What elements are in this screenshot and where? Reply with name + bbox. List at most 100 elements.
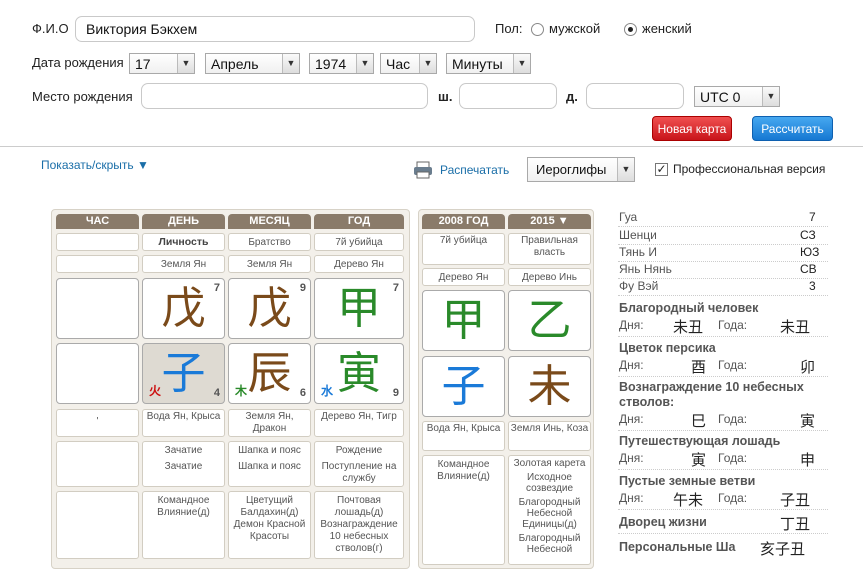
stars-day: Зачатие Зачатие <box>142 441 225 487</box>
chevron-down-icon: ▼ <box>617 158 634 181</box>
stem-number: 7 <box>213 282 220 294</box>
star-item: Шапка и пояс <box>238 461 301 472</box>
gender-female-label: женский <box>642 21 692 36</box>
reward-title: Вознаграждение 10 небесных стволов: <box>619 380 804 409</box>
year-value: 1974 <box>315 56 347 72</box>
stem-glyph: 甲 <box>441 295 486 346</box>
branch-day[interactable]: 子火 4 <box>142 343 225 404</box>
hidden-element: 火 <box>149 384 162 398</box>
horse-day: 寅 <box>691 452 707 469</box>
empty-branches-title: Пустые земные ветви <box>619 474 756 488</box>
divider <box>618 430 828 431</box>
yannian-value: СВ <box>800 262 817 276</box>
branch-month[interactable]: 辰木 6 <box>228 343 311 404</box>
life-palace-value: 丁丑 <box>780 516 811 533</box>
day-label: Дня: <box>619 318 644 332</box>
luck-branch-period[interactable]: 未 <box>508 356 591 417</box>
empty-year: 子丑 <box>780 492 811 509</box>
year-label: Года: <box>718 412 748 426</box>
luck-branch-year[interactable]: 子 <box>422 356 505 417</box>
new-chart-button[interactable]: Новая карта <box>652 116 732 141</box>
stem-glyph: 戊 <box>247 283 292 334</box>
gua-label: Гуа <box>619 210 638 224</box>
peach-day: 酉 <box>691 359 707 376</box>
print-link[interactable]: Распечатать <box>440 163 509 177</box>
luck-header-period[interactable]: 2015 ▼ <box>508 214 591 229</box>
star-item: Шапка и пояс <box>238 445 301 456</box>
luck-header-year: 2008 ГОД <box>422 214 505 229</box>
display-mode-value: Иероглифы <box>536 162 607 177</box>
chevron-down-icon: ▼ <box>419 54 436 73</box>
luck-stem-desc-period: Дерево Инь <box>508 268 591 286</box>
chevron-down-icon: ▼ <box>513 54 530 73</box>
hour-value: Час <box>386 56 411 72</box>
printer-icon[interactable] <box>413 161 433 179</box>
stem-month[interactable]: 戊9 <box>228 278 311 339</box>
fuwei-value: 3 <box>809 279 816 293</box>
place-input[interactable] <box>141 83 428 109</box>
peach-title: Цветок персика <box>619 341 716 355</box>
tianyi-value: ЮЗ <box>800 245 820 259</box>
month-select[interactable]: Апрель ▼ <box>205 53 300 74</box>
horse-year: 申 <box>800 452 816 469</box>
gender-male-radio[interactable] <box>531 23 544 36</box>
role-month: Братство <box>228 233 311 251</box>
longitude-input[interactable] <box>586 83 684 109</box>
stem-desc-hour <box>56 255 139 273</box>
timezone-select[interactable]: UTC 0 ▼ <box>694 86 780 107</box>
luck-stem-year[interactable]: 甲 <box>422 290 505 351</box>
star-item: Благородный Небесной <box>518 533 581 555</box>
branch-year[interactable]: 寅水 9 <box>314 343 404 404</box>
display-mode-select[interactable]: Иероглифы ▼ <box>527 157 635 182</box>
stem-desc-month: Земля Ян <box>228 255 311 273</box>
day-label: Дня: <box>619 451 644 465</box>
latitude-input[interactable] <box>459 83 557 109</box>
pro-version-checkbox[interactable]: ✓ <box>655 163 668 176</box>
branch-number: 4 <box>213 387 220 399</box>
reward-year: 寅 <box>800 413 816 430</box>
stars-month: Шапка и пояс Шапка и пояс <box>228 441 311 487</box>
year-select[interactable]: 1974 ▼ <box>309 53 374 74</box>
peach-year: 卯 <box>800 359 816 376</box>
divider <box>618 509 828 510</box>
hour-select[interactable]: Час ▼ <box>380 53 437 74</box>
stem-desc-year: Дерево Ян <box>314 255 404 273</box>
timezone-value: UTC 0 <box>700 89 741 105</box>
role-year: 7й убийца <box>314 233 404 251</box>
branch-number: 6 <box>299 387 306 399</box>
stem-hour[interactable] <box>56 278 139 339</box>
chevron-down-icon: ▼ <box>282 54 299 73</box>
noble-title: Благородный человек <box>619 301 759 315</box>
calculate-button[interactable]: Рассчитать <box>752 116 833 141</box>
pillar-header-month: МЕСЯЦ <box>228 214 311 229</box>
star-item: Благородный Небесной Единицы(д) <box>518 497 581 530</box>
day-label: Дня: <box>619 412 644 426</box>
year-label: Года: <box>718 358 748 372</box>
branch-desc-year: Дерево Ян, Тигр <box>314 409 404 437</box>
toggle-link[interactable]: Показать/скрыть ▼ <box>41 158 149 172</box>
minute-select[interactable]: Минуты ▼ <box>446 53 531 74</box>
role-day: Личность <box>142 233 225 251</box>
symbolic-stars-day: Командное Влияние(д) <box>142 491 225 559</box>
star-item: Исходное созвездие <box>525 472 574 494</box>
branch-hour[interactable] <box>56 343 139 404</box>
branch-desc-hour: ' <box>56 409 139 437</box>
fio-input[interactable]: Виктория Бэкхем <box>75 16 475 42</box>
gender-female-radio[interactable] <box>624 23 637 36</box>
noble-year: 未丑 <box>780 319 811 336</box>
gender-label: Пол: <box>495 21 523 36</box>
stem-desc-day: Земля Ян <box>142 255 225 273</box>
birth-form: Ф.И.О Виктория Бэкхем Пол: мужской женск… <box>0 0 863 147</box>
day-select[interactable]: 17 ▼ <box>129 53 195 74</box>
stars-year: Рождение Поступление на службу <box>314 441 404 487</box>
branch-glyph: 寅 <box>337 348 381 399</box>
gender-male-label: мужской <box>549 21 601 36</box>
luck-stem-period[interactable]: 乙 <box>508 290 591 351</box>
stem-glyph: 乙 <box>527 295 572 346</box>
dob-label: Дата рождения <box>32 55 124 70</box>
symbolic-stars-hour <box>56 491 139 559</box>
stem-year[interactable]: 甲7 <box>314 278 404 339</box>
stem-day[interactable]: 戊7 <box>142 278 225 339</box>
month-value: Апрель <box>211 56 259 72</box>
year-label: Года: <box>718 451 748 465</box>
